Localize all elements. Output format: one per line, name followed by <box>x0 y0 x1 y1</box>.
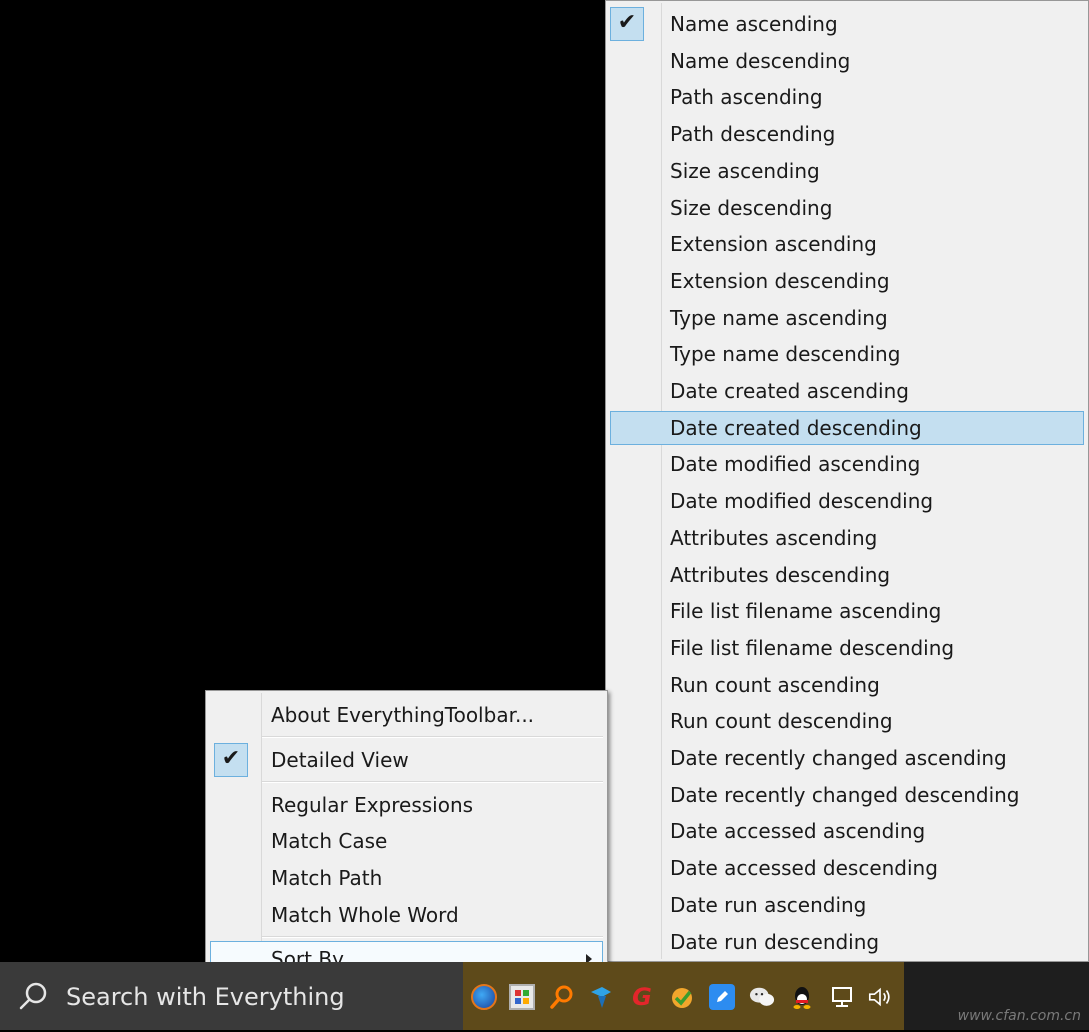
menu-item-match-whole-word[interactable]: Match Whole Word <box>210 897 603 933</box>
checkmark-icon: ✔ <box>214 743 248 777</box>
sort-option-label: Date accessed ascending <box>670 819 926 844</box>
system-tray: G <box>463 962 904 1030</box>
site-watermark: www.cfan.com.cn <box>957 1008 1081 1024</box>
app-grid-icon[interactable] <box>509 984 535 1010</box>
volume-icon[interactable] <box>867 984 893 1010</box>
sort-option-label: Attributes descending <box>670 562 891 587</box>
menu-item-match-path[interactable]: Match Path <box>210 860 603 896</box>
menu-item-match-case[interactable]: Match Case <box>210 823 603 859</box>
sort-option[interactable]: Extension ascending <box>610 227 1084 261</box>
search-app-icon[interactable] <box>549 984 575 1010</box>
sort-option-label: Run count ascending <box>670 672 880 697</box>
pin-icon[interactable] <box>588 984 614 1010</box>
sort-option-label: File list filename descending <box>670 635 955 660</box>
sort-option[interactable]: Date created descending <box>610 410 1084 445</box>
sort-option[interactable]: Date recently changed descending <box>610 778 1084 812</box>
sort-option-label: Size descending <box>670 195 833 220</box>
menu-item-detailed-view[interactable]: ✔ Detailed View <box>210 742 603 778</box>
sort-option[interactable]: Path ascending <box>610 80 1084 114</box>
menu-separator <box>262 736 603 738</box>
menu-item-label: Detailed View <box>271 748 409 772</box>
sort-option-label: File list filename ascending <box>670 599 942 624</box>
checkmark-icon: ✔ <box>610 7 644 41</box>
menu-item-label: Match Case <box>271 829 388 853</box>
sort-by-submenu: ✔ Name ascending Name descending Path ascen… <box>605 0 1089 962</box>
sort-option[interactable]: Date modified ascending <box>610 447 1084 481</box>
menu-item-label: About EverythingToolbar... <box>271 703 535 727</box>
sort-option[interactable]: Name descending <box>610 44 1084 78</box>
sort-option[interactable]: Date run ascending <box>610 888 1084 922</box>
sort-option-label: Date created ascending <box>670 379 909 403</box>
sort-option-label: Date modified descending <box>670 489 934 514</box>
sort-option-label: Size ascending <box>670 158 820 183</box>
sort-option-label: Date run ascending <box>670 892 867 917</box>
sort-option[interactable]: File list filename ascending <box>610 594 1084 628</box>
g-app-icon[interactable]: G <box>629 983 655 1011</box>
wechat-icon[interactable] <box>749 984 775 1010</box>
menu-item-label: Regular Expressions <box>271 793 474 817</box>
menu-item-label: Match Whole Word <box>271 903 459 927</box>
sort-option-label: Date run descending <box>670 929 880 954</box>
network-icon[interactable] <box>829 984 855 1010</box>
sort-option-label: Type name descending <box>670 342 901 367</box>
sort-option-label: Extension descending <box>670 268 890 293</box>
sort-option-label: Date recently changed ascending <box>670 746 1007 770</box>
menu-item-about[interactable]: About EverythingToolbar... <box>210 697 603 733</box>
menu-separator <box>262 781 603 783</box>
menu-separator <box>262 936 603 938</box>
sort-option[interactable]: Path descending <box>610 117 1084 151</box>
sort-option-label: Run count descending <box>670 709 893 734</box>
search-placeholder: Search with Everything <box>66 983 345 1011</box>
sort-option[interactable]: Date accessed ascending <box>610 814 1084 848</box>
sort-option-label: Date created descending <box>670 415 922 440</box>
taskbar: Search with Everything G www.cfan.com.cn <box>0 962 1089 1030</box>
sort-option[interactable]: Date accessed descending <box>610 851 1084 885</box>
qq-icon[interactable] <box>789 984 815 1010</box>
sort-option[interactable]: Date modified descending <box>610 484 1084 518</box>
sort-option[interactable]: ✔ Name ascending <box>610 7 1084 41</box>
toolbar-context-menu: About EverythingToolbar... ✔ Detailed Vi… <box>205 690 608 980</box>
sort-option[interactable]: Date recently changed ascending <box>610 741 1084 775</box>
sort-option[interactable]: Run count ascending <box>610 668 1084 702</box>
sort-option[interactable]: Size ascending <box>610 154 1084 188</box>
sort-option-label: Name ascending <box>670 12 838 36</box>
sort-option[interactable]: Extension descending <box>610 264 1084 298</box>
sort-option-label: Attributes ascending <box>670 525 878 550</box>
check-shield-icon[interactable] <box>669 984 695 1010</box>
sort-option[interactable]: Attributes ascending <box>610 521 1084 555</box>
sort-option[interactable]: Type name descending <box>610 337 1084 371</box>
sort-option-label: Date recently changed descending <box>670 782 1020 807</box>
firefox-icon[interactable] <box>471 984 497 1010</box>
sort-option-label: Path descending <box>670 122 836 147</box>
sort-option-label: Extension ascending <box>670 232 877 257</box>
sort-option-label: Name descending <box>670 48 851 73</box>
menu-item-regular-expressions[interactable]: Regular Expressions <box>210 787 603 823</box>
search-icon <box>19 982 47 1010</box>
sort-option[interactable]: Run count descending <box>610 704 1084 738</box>
menu-item-label: Match Path <box>271 866 383 890</box>
sort-option[interactable]: File list filename descending <box>610 631 1084 665</box>
sort-option[interactable]: Size descending <box>610 191 1084 225</box>
sort-option-label: Type name ascending <box>670 305 888 330</box>
sort-option-label: Date accessed descending <box>670 856 938 881</box>
sort-option-label: Date modified ascending <box>670 452 921 477</box>
sort-option[interactable]: Attributes descending <box>610 558 1084 592</box>
sort-option[interactable]: Type name ascending <box>610 301 1084 335</box>
sort-option[interactable]: Date run descending <box>610 925 1084 959</box>
sort-option[interactable]: Date created ascending <box>610 374 1084 408</box>
notes-icon[interactable] <box>709 984 735 1010</box>
sort-option-label: Path ascending <box>670 85 823 110</box>
everything-search-box[interactable]: Search with Everything <box>0 962 463 1030</box>
